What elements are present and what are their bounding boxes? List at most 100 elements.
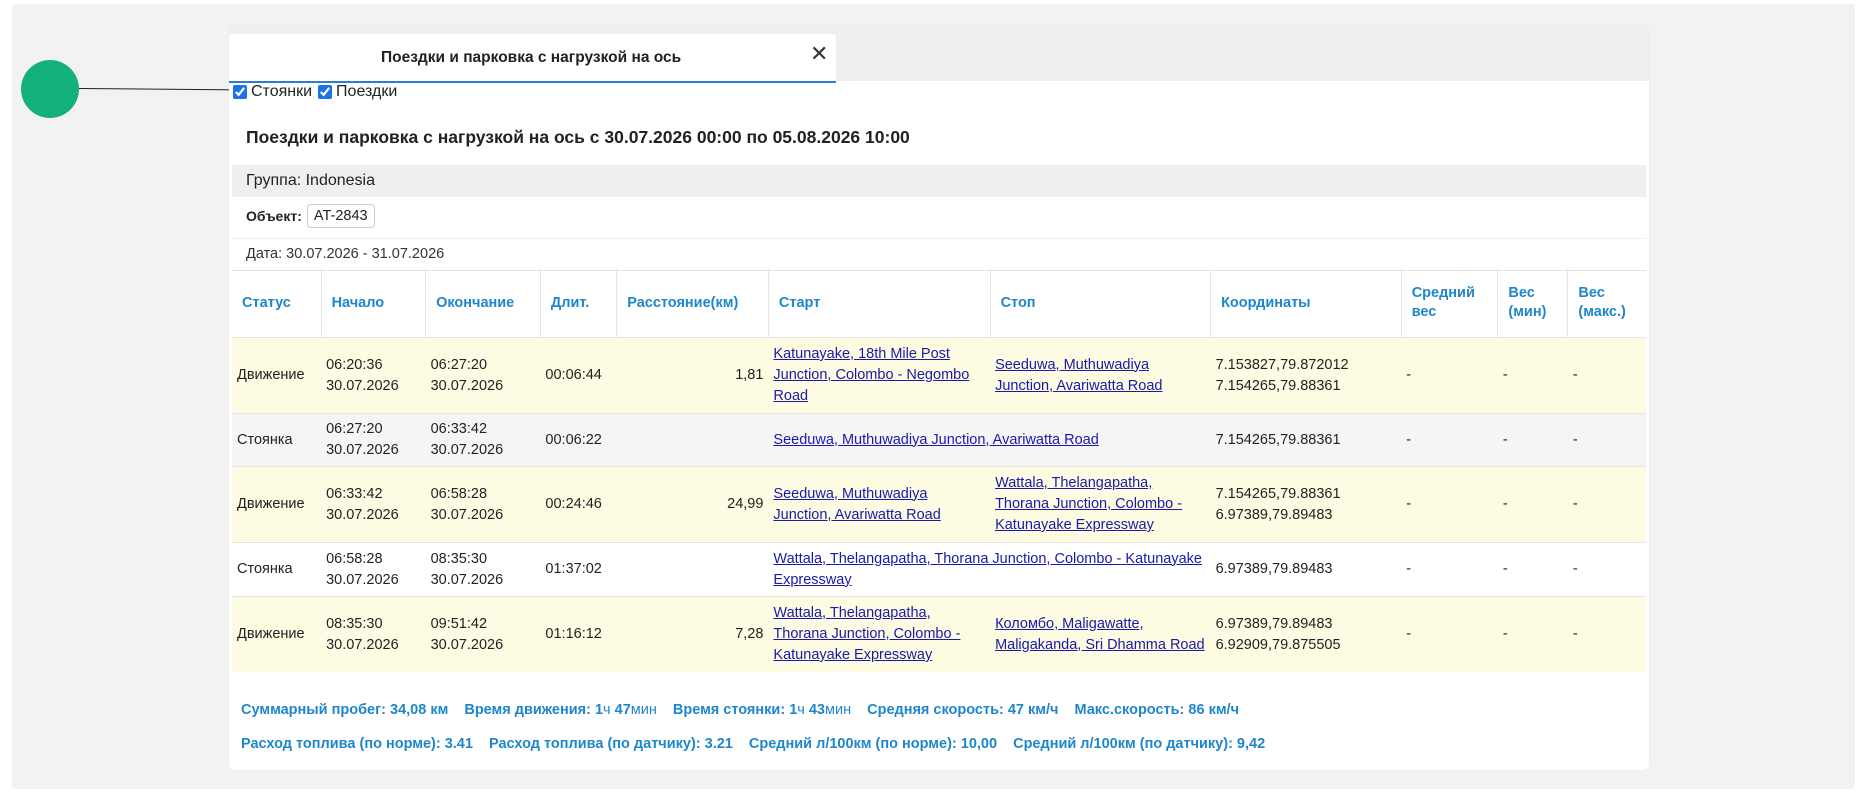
row-coordinates: 6.97389,79.89483 6.92909,79.875505 — [1210, 596, 1402, 672]
filter-parking[interactable]: Стоянки — [233, 83, 312, 101]
col-status[interactable]: Статус — [232, 269, 322, 338]
row-avg-weight: - — [1401, 542, 1498, 597]
table-row: Движение 06:33:42 30.07.2026 06:58:28 30.0… — [232, 466, 1646, 543]
stop-address-link[interactable]: Seeduwa, Muthuwadiya Junction, Avariwatt… — [995, 357, 1162, 394]
row-end: 06:27:20 30.07.2026 — [425, 337, 541, 414]
row-distance: 1,81 — [616, 337, 769, 414]
row-start: 08:35:30 30.07.2026 — [321, 596, 426, 672]
start-address-link[interactable]: Seeduwa, Muthuwadiya Junction, Avariwatt… — [773, 486, 940, 523]
start-time: 06:33:42 — [326, 485, 383, 502]
end-date: 30.07.2026 — [430, 506, 504, 523]
row-distance — [616, 413, 769, 467]
row-avg-weight: - — [1401, 466, 1498, 543]
filter-checkboxes: Стоянки Поездки — [233, 83, 403, 101]
movement-minutes: 47 — [614, 702, 631, 718]
col-stop-address[interactable]: Стоп — [990, 269, 1212, 338]
tab-title: Поездки и парковка с нагрузкой на ось — [381, 49, 682, 66]
col-start[interactable]: Начало — [321, 269, 427, 338]
coordinate-start: 7.154265,79.88361 — [1215, 485, 1341, 502]
row-avg-weight: - — [1401, 337, 1498, 414]
annotation-marker — [21, 60, 79, 118]
row-avg-weight: - — [1401, 596, 1498, 672]
row-coordinates: 7.153827,79.872012 7.154265,79.88361 — [1210, 337, 1402, 414]
summary-line-1: Суммарный пробег: 34,08 км Время движени… — [241, 702, 1251, 718]
table-row: Стоянка 06:27:20 30.07.2026 06:33:42 30.07… — [232, 413, 1646, 467]
col-duration[interactable]: Длит. — [540, 269, 618, 338]
row-min-weight: - — [1497, 542, 1568, 597]
end-date: 30.07.2026 — [430, 636, 504, 653]
start-address-link[interactable]: Katunayake, 18th Mile Post Junction, Col… — [773, 346, 969, 404]
end-time: 08:35:30 — [430, 550, 488, 567]
row-stop-address: Seeduwa, Muthuwadiya Junction, Avariwatt… — [990, 337, 1211, 414]
start-address-link[interactable]: Wattala, Thelangapatha, Thorana Junction… — [773, 605, 960, 663]
row-duration: 00:06:22 — [540, 413, 617, 467]
row-status: Стоянка — [232, 413, 322, 467]
row-stop-address: Коломбо, Maligawatte, Maligakanda, Sri D… — [990, 596, 1211, 672]
stop-address-link[interactable]: Wattala, Thelangapatha, Thorana Junction… — [995, 475, 1182, 533]
date-range: Дата: 30.07.2026 - 31.07.2026 — [246, 246, 445, 262]
parking-address-link[interactable]: Seeduwa, Muthuwadiya Junction, Avariwatt… — [773, 432, 1098, 448]
row-end: 08:35:30 30.07.2026 — [425, 542, 541, 597]
hours-unit: ч — [797, 702, 805, 718]
average-consumption-sensor: Средний л/100км (по датчику): 9,42 — [1013, 736, 1266, 752]
start-date: 30.07.2026 — [326, 636, 399, 653]
row-duration: 00:24:46 — [540, 466, 617, 543]
row-distance: 7,28 — [616, 596, 769, 672]
col-distance[interactable]: Расстояние(км) — [616, 269, 769, 338]
stop-address-link[interactable]: Коломбо, Maligawatte, Maligakanda, Sri D… — [995, 616, 1205, 653]
start-time: 06:20:36 — [326, 356, 383, 373]
row-min-weight: - — [1497, 413, 1568, 467]
end-time: 06:33:42 — [430, 421, 488, 437]
group-label: Группа: Indonesia — [246, 172, 375, 189]
col-min-weight[interactable]: Вес (мин) — [1497, 269, 1569, 338]
end-time: 06:58:28 — [430, 485, 488, 502]
row-start-address: Seeduwa, Muthuwadiya Junction, Avariwatt… — [768, 466, 991, 543]
total-mileage: Суммарный пробег: 34,08 км — [241, 702, 449, 718]
coordinate-end: 7.154265,79.88361 — [1215, 377, 1341, 394]
row-start: 06:33:42 30.07.2026 — [321, 466, 426, 543]
coordinate-start: 6.97389,79.89483 — [1215, 615, 1333, 632]
table-header-row: Статус Начало Окончание Длит. Расстояние… — [232, 269, 1646, 338]
row-min-weight: - — [1497, 337, 1568, 414]
row-min-weight: - — [1497, 466, 1568, 543]
parking-checkbox[interactable] — [233, 85, 247, 99]
fuel-consumption-sensor: Расход топлива (по датчику): 3.21 — [488, 736, 733, 752]
row-max-weight: - — [1567, 542, 1646, 597]
tab-bar: Поездки и парковка с нагрузкой на ось ✕ — [229, 26, 1649, 83]
start-time: 08:35:30 — [326, 615, 383, 632]
close-icon[interactable]: ✕ — [810, 43, 828, 65]
parking-time: Время стоянки: 1ч 43мин — [673, 702, 851, 718]
row-min-weight: - — [1497, 596, 1568, 672]
table-row: Движение 08:35:30 30.07.2026 09:51:42 30.0… — [232, 596, 1646, 672]
row-parking-address: Wattala, Thelangapatha, Thorana Junction… — [768, 542, 1211, 597]
col-max-weight[interactable]: Вес (макс.) — [1568, 269, 1646, 338]
col-avg-weight[interactable]: Средний вес — [1401, 269, 1499, 338]
report-window: Поездки и парковка с нагрузкой на ось ✕ … — [229, 26, 1649, 770]
hours-unit: ч — [603, 702, 611, 718]
group-header: Группа: Indonesia — [232, 165, 1646, 197]
trips-checkbox[interactable] — [318, 85, 333, 99]
row-status: Движение — [232, 596, 322, 672]
parking-minutes: 43 — [808, 702, 825, 718]
start-time: 06:58:28 — [326, 550, 383, 567]
row-coordinates: 7.154265,79.88361 6.97389,79.89483 — [1210, 466, 1402, 543]
date-range-row: Дата: 30.07.2026 - 31.07.2026 — [232, 238, 1646, 271]
col-end[interactable]: Окончание — [425, 269, 541, 338]
object-badge: AT-2843 — [306, 204, 375, 228]
row-coordinates: 6.97389,79.89483 — [1210, 542, 1402, 597]
end-date: 30.07.2026 — [430, 571, 504, 588]
tab-report[interactable]: Поездки и парковка с нагрузкой на ось ✕ — [229, 34, 836, 83]
row-max-weight: - — [1567, 337, 1646, 414]
movement-time: Время движения: 1ч 47мин — [464, 702, 657, 718]
coordinate-end: 6.92909,79.875505 — [1215, 636, 1341, 653]
minutes-unit: мин — [825, 702, 852, 718]
col-coordinates[interactable]: Координаты — [1210, 269, 1402, 338]
row-start-address: Katunayake, 18th Mile Post Junction, Col… — [768, 337, 991, 414]
start-date: 30.07.2026 — [326, 506, 399, 523]
filter-trips[interactable]: Поездки — [318, 83, 397, 101]
parking-address-link[interactable]: Wattala, Thelangapatha, Thorana Junction… — [773, 551, 1202, 588]
row-start: 06:20:36 30.07.2026 — [321, 337, 426, 414]
row-status: Стоянка — [232, 542, 322, 597]
col-start-address[interactable]: Старт — [768, 269, 991, 338]
fuel-consumption-norm: Расход топлива (по норме): 3.41 — [241, 736, 473, 752]
